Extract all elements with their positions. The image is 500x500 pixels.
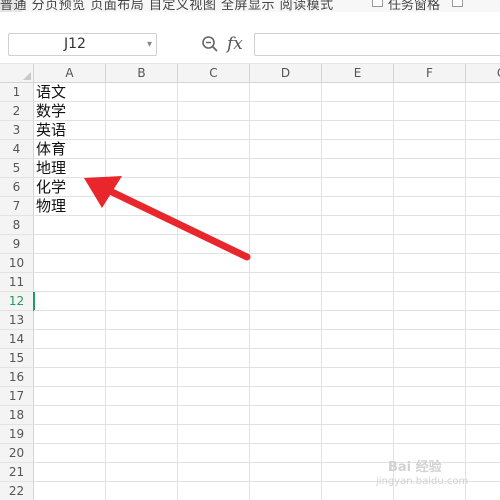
grid-line bbox=[34, 367, 500, 368]
grid-line bbox=[34, 139, 500, 140]
formula-input[interactable] bbox=[254, 33, 500, 56]
row-header-10[interactable]: 10 bbox=[0, 254, 34, 273]
grid-line bbox=[34, 329, 500, 330]
column-header-e[interactable]: E bbox=[322, 64, 394, 83]
name-box-value: J12 bbox=[64, 36, 86, 52]
grid-line bbox=[34, 405, 500, 406]
grid-line bbox=[34, 215, 500, 216]
cell-a3[interactable]: 英语 bbox=[36, 121, 66, 140]
row-header-11[interactable]: 11 bbox=[0, 273, 34, 292]
row-header-19[interactable]: 19 bbox=[0, 425, 34, 444]
cell-a4[interactable]: 体育 bbox=[36, 140, 66, 159]
spreadsheet-grid[interactable]: A B C D E F G 1 2 3 4 5 6 7 8 9 10 11 12… bbox=[0, 64, 500, 500]
row-header-20[interactable]: 20 bbox=[0, 444, 34, 463]
row-header-8[interactable]: 8 bbox=[0, 216, 34, 235]
row-header-2[interactable]: 2 bbox=[0, 102, 34, 121]
row-header-12[interactable]: 12 bbox=[0, 292, 35, 311]
formula-bar: J12 ▾ fx bbox=[0, 12, 500, 64]
row-header-13[interactable]: 13 bbox=[0, 311, 34, 330]
column-header-a[interactable]: A bbox=[34, 64, 106, 83]
row-header-22[interactable]: 22 bbox=[0, 482, 34, 500]
row-header-16[interactable]: 16 bbox=[0, 368, 34, 387]
cell-a5[interactable]: 地理 bbox=[36, 159, 66, 178]
grid-line bbox=[34, 443, 500, 444]
row-header-15[interactable]: 15 bbox=[0, 349, 34, 368]
watermark-brand: Bai 经验 bbox=[388, 460, 442, 475]
task-pane-label: 任务窗格 bbox=[388, 0, 441, 12]
row-header-4[interactable]: 4 bbox=[0, 140, 34, 159]
grid-line bbox=[34, 310, 500, 311]
cell-a6[interactable]: 化学 bbox=[36, 178, 66, 197]
extra-checkbox[interactable] bbox=[452, 0, 463, 7]
watermark-url: jingyan.baidu.com bbox=[376, 476, 469, 487]
row-header-14[interactable]: 14 bbox=[0, 330, 34, 349]
function-icon[interactable]: fx bbox=[227, 34, 243, 54]
row-header-5[interactable]: 5 bbox=[0, 159, 34, 178]
select-all-corner[interactable] bbox=[0, 64, 34, 83]
row-header-21[interactable]: 21 bbox=[0, 463, 34, 482]
cell-a2[interactable]: 数学 bbox=[36, 102, 66, 121]
grid-line bbox=[34, 196, 500, 197]
view-toolbar-labels[interactable]: 普通 分页预览 页面布局 自定义视图 全屏显示 阅读模式 bbox=[0, 0, 334, 12]
task-pane-checkbox[interactable] bbox=[372, 0, 383, 7]
grid-line bbox=[34, 386, 500, 387]
column-header-f[interactable]: F bbox=[394, 64, 466, 83]
grid-line bbox=[34, 253, 500, 254]
grid-line bbox=[34, 101, 500, 102]
row-header-7[interactable]: 7 bbox=[0, 197, 34, 216]
grid-line bbox=[34, 272, 500, 273]
view-toolbar: 普通 分页预览 页面布局 自定义视图 全屏显示 阅读模式 任务窗格 bbox=[0, 0, 500, 12]
grid-line bbox=[34, 177, 500, 178]
row-header-6[interactable]: 6 bbox=[0, 178, 34, 197]
grid-line bbox=[34, 291, 500, 292]
row-header-17[interactable]: 17 bbox=[0, 387, 34, 406]
name-box[interactable]: J12 ▾ bbox=[8, 33, 157, 56]
row-header-9[interactable]: 9 bbox=[0, 235, 34, 254]
grid-line bbox=[34, 158, 500, 159]
grid-line bbox=[34, 120, 500, 121]
chevron-down-icon[interactable]: ▾ bbox=[147, 36, 152, 54]
row-header-3[interactable]: 3 bbox=[0, 121, 34, 140]
column-header-g[interactable]: G bbox=[466, 64, 500, 83]
grid-line bbox=[34, 234, 500, 235]
grid-line bbox=[34, 348, 500, 349]
row-header-18[interactable]: 18 bbox=[0, 406, 34, 425]
column-header-d[interactable]: D bbox=[250, 64, 322, 83]
column-header-b[interactable]: B bbox=[106, 64, 178, 83]
cell-a1[interactable]: 语文 bbox=[36, 83, 66, 102]
column-header-c[interactable]: C bbox=[178, 64, 250, 83]
cell-a7[interactable]: 物理 bbox=[36, 197, 66, 216]
zoom-icon[interactable] bbox=[201, 35, 219, 53]
grid-line bbox=[34, 424, 500, 425]
row-header-1[interactable]: 1 bbox=[0, 83, 34, 102]
